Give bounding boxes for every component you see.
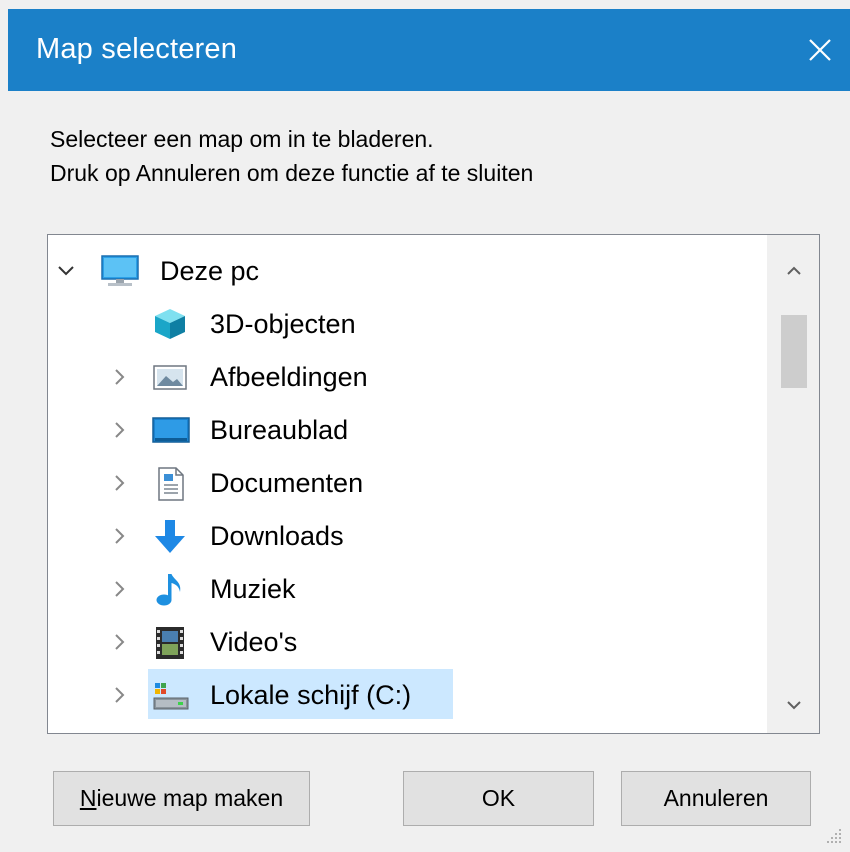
scroll-down-button[interactable] — [768, 681, 819, 729]
tree-item-label: Deze pc — [160, 256, 260, 286]
tree-item-afbeeldingen[interactable]: Afbeeldingen — [48, 351, 768, 403]
expand-toggle[interactable] — [108, 404, 132, 456]
scroll-thumb[interactable] — [781, 315, 807, 388]
chevron-down-icon — [58, 266, 74, 276]
cancel-label: Annuleren — [663, 785, 769, 811]
chevron-right-icon — [115, 475, 125, 491]
title-bar: Map selecteren — [8, 9, 850, 91]
instructions-line-2: Druk op Annuleren om deze functie af te … — [50, 160, 534, 186]
tree-item-label: Muziek — [210, 574, 296, 604]
resize-grip-icon[interactable] — [822, 824, 844, 846]
tree-item-3d-objecten[interactable]: 3D-objecten — [48, 298, 768, 350]
tree-item-muziek[interactable]: Muziek — [48, 563, 768, 615]
documents-folder-icon — [156, 466, 192, 501]
ok-button[interactable]: OK — [403, 771, 594, 826]
cancel-button[interactable]: Annuleren — [621, 771, 811, 826]
expand-toggle[interactable] — [108, 563, 132, 615]
tree-item-label: Afbeeldingen — [210, 362, 368, 392]
tree-item-label: 3D-objecten — [210, 309, 356, 339]
chevron-right-icon — [115, 422, 125, 438]
folder-browse-dialog: Map selecteren Selecteer een map om in t… — [0, 0, 850, 852]
window-title: Map selecteren — [36, 33, 238, 65]
tree-item-label: Lokale schijf (C:) — [210, 680, 412, 710]
expand-toggle[interactable] — [108, 669, 132, 721]
folder-tree[interactable]: Deze pc 3D-objecten Afbeeldingen Bureaub… — [47, 234, 820, 734]
close-button[interactable] — [790, 9, 850, 91]
close-icon — [809, 39, 831, 61]
tree-item-documenten[interactable]: Documenten — [48, 457, 768, 509]
vertical-scrollbar[interactable] — [767, 235, 819, 733]
expand-toggle[interactable] — [108, 457, 132, 509]
monitor-icon — [100, 254, 139, 288]
expand-toggle[interactable] — [108, 616, 132, 668]
pictures-folder-icon — [152, 360, 188, 394]
instructions-text: Selecteer een map om in te bladeren. Dru… — [50, 122, 533, 190]
tree-item-label: Downloads — [210, 521, 344, 551]
ok-label: OK — [481, 785, 516, 811]
tree-item-label: Bureaublad — [210, 415, 349, 445]
tree-item-videos[interactable]: Video's — [48, 616, 768, 668]
expand-toggle[interactable] — [108, 510, 132, 562]
expand-toggle[interactable] — [54, 245, 78, 297]
expand-toggle[interactable] — [108, 351, 132, 403]
scroll-up-button[interactable] — [768, 247, 819, 295]
local-drive-icon — [152, 678, 189, 712]
tree-item-deze-pc[interactable]: Deze pc — [48, 245, 768, 297]
new-folder-label: ieuwe map maken — [96, 785, 284, 811]
chevron-right-icon — [115, 687, 125, 703]
video-film-icon — [154, 625, 190, 659]
chevron-right-icon — [115, 581, 125, 597]
new-folder-button[interactable]: Nieuwe map maken — [53, 771, 310, 826]
tree-item-label: Documenten — [210, 468, 364, 498]
instructions-line-1: Selecteer een map om in te bladeren. — [50, 126, 434, 152]
chevron-right-icon — [115, 528, 125, 544]
tree-item-downloads[interactable]: Downloads — [48, 510, 768, 562]
download-arrow-icon — [152, 519, 188, 553]
chevron-down-icon — [787, 701, 801, 710]
tree-item-lokale-schijf[interactable]: Lokale schijf (C:) — [48, 669, 768, 721]
chevron-right-icon — [115, 634, 125, 650]
tree-item-label: Video's — [210, 627, 298, 657]
cube-3d-icon — [152, 307, 188, 341]
chevron-up-icon — [787, 266, 801, 275]
tree-item-bureaublad[interactable]: Bureaublad — [48, 404, 768, 456]
desktop-folder-icon — [152, 413, 190, 447]
chevron-right-icon — [115, 369, 125, 385]
new-folder-accelerator: N — [79, 785, 97, 811]
music-note-icon — [154, 572, 190, 606]
